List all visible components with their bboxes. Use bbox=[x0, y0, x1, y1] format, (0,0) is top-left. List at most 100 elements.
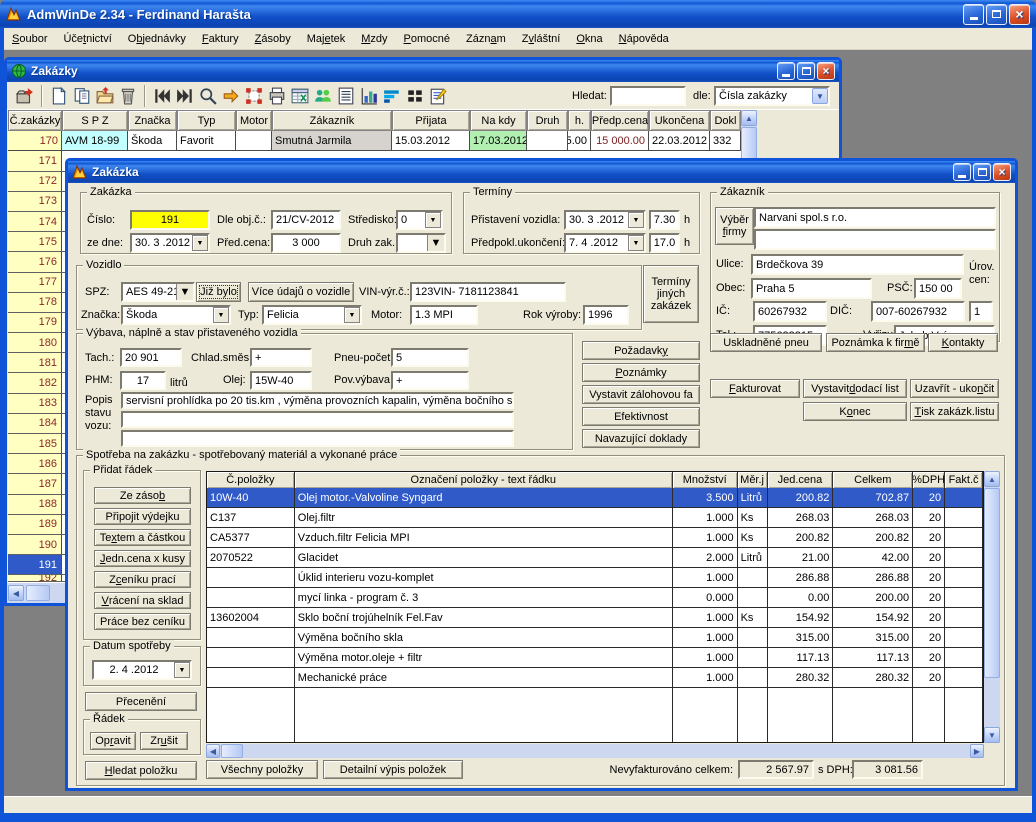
chevron-down-icon[interactable]: ▼ bbox=[176, 284, 193, 300]
z-ceniku-praci-button[interactable]: Z ceníku prací bbox=[94, 571, 191, 588]
maximize-button[interactable] bbox=[986, 4, 1007, 25]
predpokl-date-combo[interactable]: 7. 4 .2012 ▼ bbox=[564, 233, 646, 253]
zakazka-minimize-button[interactable] bbox=[953, 163, 971, 181]
column-header-typ[interactable]: Typ bbox=[177, 110, 236, 131]
zakazky-maximize-button[interactable] bbox=[797, 62, 815, 80]
open-folder-icon[interactable] bbox=[95, 85, 115, 107]
select-icon[interactable] bbox=[244, 85, 264, 107]
obec-field[interactable]: Praha 5 bbox=[751, 278, 872, 299]
pneu-pocet-field[interactable]: 5 bbox=[391, 348, 469, 367]
items-row-5[interactable]: Úklid interieru vozu-komplet1.000286.882… bbox=[207, 568, 983, 588]
column-header-druh[interactable]: Druh bbox=[527, 110, 568, 131]
zrusit-button[interactable]: Zrušit bbox=[140, 732, 188, 750]
vystavit-dodaci-list-button[interactable]: Vystavit dodací list bbox=[803, 379, 907, 398]
menu-item-zaznam[interactable]: Záznam bbox=[458, 28, 514, 49]
popis-field-1[interactable]: servisní prohlídka po 20 tis.km , výměna… bbox=[121, 392, 514, 409]
menu-item-soubor[interactable]: Soubor bbox=[4, 28, 55, 49]
tach-field[interactable]: 20 901 bbox=[120, 348, 182, 367]
find-by-combo[interactable]: Čísla zakázky ▼ bbox=[714, 86, 830, 106]
column-header-dokl[interactable]: Dokl bbox=[710, 110, 741, 131]
poznamky-button[interactable]: Poznámky bbox=[582, 363, 700, 382]
column-header-h[interactable]: h. bbox=[568, 110, 591, 131]
orders-grid-row-170[interactable]: 170AVM 18-99ŠkodaFavoritSmutná Jarmila15… bbox=[8, 131, 741, 151]
row-170-cell-prijata[interactable]: 15.03.2012 bbox=[392, 131, 470, 151]
scroll-left-icon[interactable]: ◀ bbox=[206, 744, 220, 758]
row-170-cell-typ[interactable]: Favorit bbox=[177, 131, 236, 151]
efektivnost-button[interactable]: Efektivnost bbox=[582, 407, 700, 426]
items-column-dph[interactable]: %DPH bbox=[913, 472, 945, 488]
menu-item-okna[interactable]: Okna bbox=[568, 28, 610, 49]
items-row-7[interactable]: 13602004Sklo boční trojúhelník Fel.Fav1.… bbox=[207, 608, 983, 628]
ic-field[interactable]: 60267932 bbox=[753, 301, 827, 322]
items-row-6[interactable]: mycí linka - program č. 30.0000.00200.00… bbox=[207, 588, 983, 608]
column-header-predp-cena[interactable]: Předp.cena bbox=[591, 110, 649, 131]
olej-field[interactable]: 15W-40 bbox=[250, 371, 312, 390]
print-icon[interactable] bbox=[267, 85, 287, 107]
pred-cena-field[interactable]: 3 000 bbox=[271, 233, 341, 253]
ulice-field[interactable]: Brdečkova 39 bbox=[751, 254, 964, 275]
items-column-c-polozky[interactable]: Č.položky bbox=[207, 472, 295, 488]
customer-name-field[interactable]: Narvani spol.s r.o. bbox=[754, 207, 996, 228]
items-column-mer-j[interactable]: Měr.j bbox=[738, 472, 768, 488]
exit-folder-icon[interactable] bbox=[15, 85, 35, 107]
items-vscrollbar[interactable]: ▲ ▼ bbox=[984, 471, 1000, 743]
items-row-10[interactable]: Mechanické práce1.000280.32280.3220 bbox=[207, 668, 983, 688]
pripojit-vydejku-button[interactable]: Připojit výdejku bbox=[94, 508, 191, 525]
items-column-celkem[interactable]: Celkem bbox=[833, 472, 913, 488]
scroll-up-icon[interactable]: ▲ bbox=[984, 471, 1000, 487]
popis-field-2[interactable] bbox=[121, 411, 514, 428]
scroll-right-icon[interactable]: ▶ bbox=[970, 744, 984, 758]
druh-zak-combo[interactable]: ▼ bbox=[396, 233, 446, 253]
customer-name2-field[interactable] bbox=[754, 229, 996, 250]
row-170-cell-s-p-z[interactable]: AVM 18-99 bbox=[62, 131, 128, 151]
column-header-motor[interactable]: Motor bbox=[236, 110, 272, 131]
menu-item-majetek[interactable]: Majetek bbox=[299, 28, 354, 49]
dic-field[interactable]: 007-60267932 bbox=[871, 301, 965, 322]
close-button[interactable]: × bbox=[1009, 4, 1030, 25]
row-170-cell-druh[interactable] bbox=[527, 131, 568, 151]
vsechny-polozky-button[interactable]: Všechny položky bbox=[206, 760, 318, 779]
items-table[interactable]: Č.položkyOznačení položky - text řádkuMn… bbox=[206, 471, 984, 743]
vraceni-na-sklad-button[interactable]: Vrácení na sklad bbox=[94, 592, 191, 609]
menu-item-pomocne[interactable]: Pomocné bbox=[396, 28, 458, 49]
items-column-jed-cena[interactable]: Jed.cena bbox=[768, 472, 834, 488]
items-row-3[interactable]: CA5377Vzduch.filtr Felicia MPI1.000Ks200… bbox=[207, 528, 983, 548]
cislo-field[interactable]: 191 bbox=[130, 210, 210, 230]
chevron-down-icon[interactable]: ▼ bbox=[174, 662, 190, 678]
items-column-oznaceni-polozky-text-radku[interactable]: Označení položky - text řádku bbox=[295, 472, 673, 488]
prace-bez-ceniku-button[interactable]: Práce bez ceníku bbox=[94, 613, 191, 630]
row-170-cell-c-zakazky[interactable]: 170 bbox=[8, 131, 62, 151]
excel-icon[interactable]: X bbox=[290, 85, 310, 107]
preceneni-button[interactable]: Přecenění bbox=[85, 692, 197, 711]
opravit-button[interactable]: Opravit bbox=[90, 732, 136, 750]
pozadavky-button[interactable]: Požadavky bbox=[582, 341, 700, 360]
column-header-ukoncena[interactable]: Ukončena bbox=[649, 110, 710, 131]
scroll-thumb[interactable] bbox=[26, 585, 50, 601]
scroll-left-icon[interactable]: ◀ bbox=[8, 585, 24, 601]
chevron-down-icon[interactable]: ▼ bbox=[427, 235, 444, 251]
goto-icon[interactable] bbox=[221, 85, 241, 107]
vice-udaju-button[interactable]: Více údajů o vozidle bbox=[248, 282, 354, 302]
notes-icon[interactable] bbox=[428, 85, 448, 107]
hledat-polozku-button[interactable]: Hledat položku bbox=[85, 761, 197, 780]
uskladnene-pneu-button[interactable]: Uskladněné pneu bbox=[710, 333, 822, 352]
zakazky-minimize-button[interactable] bbox=[777, 62, 795, 80]
scroll-down-icon[interactable]: ▼ bbox=[984, 727, 1000, 743]
items-row-8[interactable]: Výměna bočního skla1.000315.00315.0020 bbox=[207, 628, 983, 648]
chevron-down-icon[interactable]: ▼ bbox=[628, 212, 644, 228]
search-icon[interactable] bbox=[198, 85, 218, 107]
chevron-down-icon[interactable]: ▼ bbox=[344, 307, 360, 323]
scroll-up-icon[interactable]: ▲ bbox=[741, 110, 757, 126]
navazujici-doklady-button[interactable]: Navazující doklady bbox=[582, 429, 700, 448]
dle-obj-field[interactable]: 21/CV-2012 bbox=[271, 210, 341, 230]
detailni-vypis-button[interactable]: Detailní výpis položek bbox=[323, 760, 463, 779]
menu-item-ucetnictvi[interactable]: Účetnictví bbox=[55, 28, 119, 49]
zakazky-close-button[interactable]: × bbox=[817, 62, 835, 80]
row-170-cell-h[interactable]: 15.00 bbox=[568, 131, 591, 151]
kontakty-button[interactable]: Kontakty bbox=[928, 333, 998, 352]
column-header-s-p-z[interactable]: S P Z bbox=[62, 110, 128, 131]
first-icon[interactable] bbox=[152, 85, 172, 107]
menu-item-napoveda[interactable]: Nápověda bbox=[611, 28, 677, 49]
vystavit-zalohovou-fa-button[interactable]: Vystavit zálohovou fa bbox=[582, 385, 700, 404]
items-hscrollbar[interactable]: ◀ ▶ bbox=[206, 744, 984, 758]
